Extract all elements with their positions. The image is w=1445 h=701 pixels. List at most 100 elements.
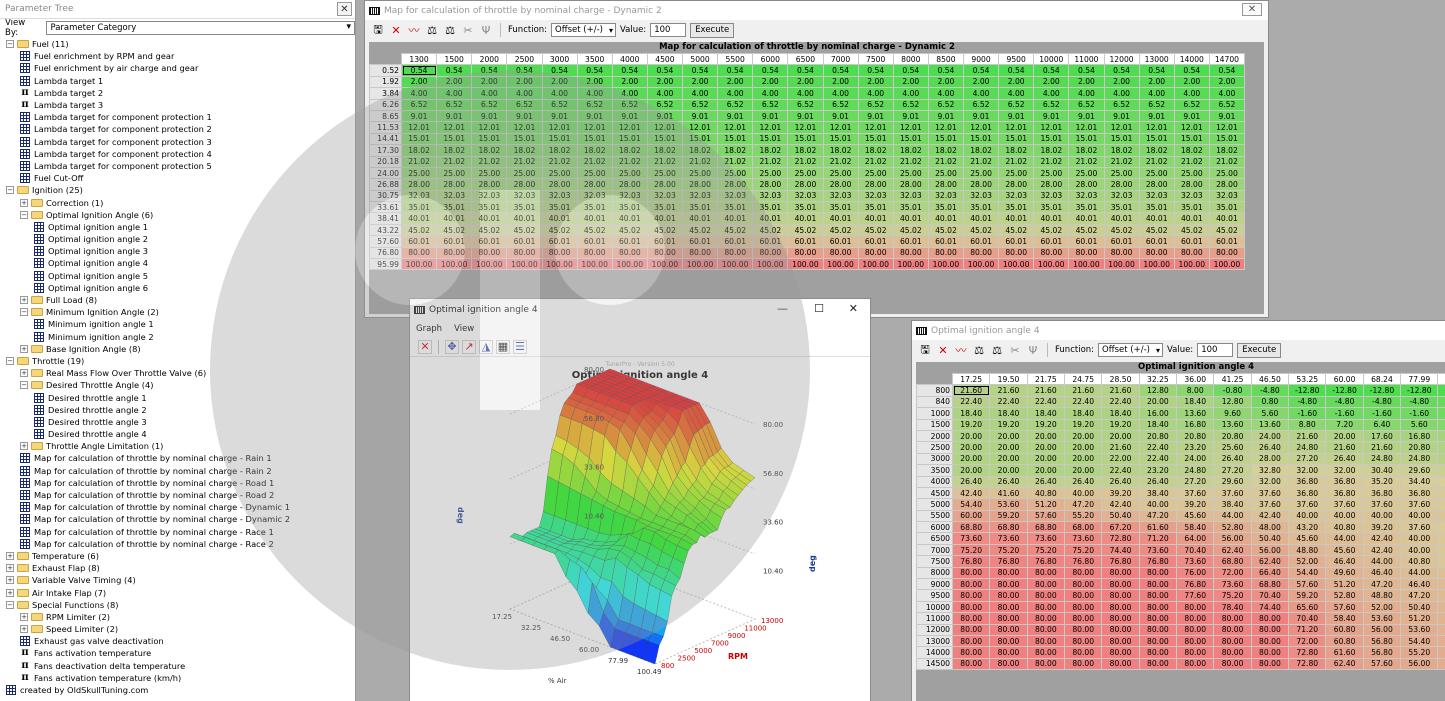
table-cell[interactable]: 15.01 <box>541 132 578 146</box>
table-cell[interactable]: -1.60 <box>1437 407 1445 420</box>
table-cell[interactable]: 57.60 <box>1026 509 1066 523</box>
table-cell[interactable]: 45.02 <box>752 223 789 237</box>
table-cell[interactable]: 20.00 <box>1325 429 1364 443</box>
table-cell[interactable]: 68.80 <box>1213 555 1252 568</box>
column-header[interactable]: 5500 <box>717 52 754 66</box>
table-cell[interactable]: 12.01 <box>857 121 894 134</box>
table-cell[interactable]: 25.00 <box>822 166 859 180</box>
table-cell[interactable]: 80.00 <box>1138 657 1178 671</box>
table-cell[interactable]: 23.20 <box>1138 464 1178 477</box>
table-cell[interactable]: 32.80 <box>1250 464 1290 477</box>
table-cell[interactable]: 72.80 <box>1101 532 1140 545</box>
table-cell[interactable]: 12.01 <box>1068 121 1105 134</box>
table-cell[interactable]: 35.01 <box>681 201 719 214</box>
table-cell[interactable]: 36.80 <box>1325 475 1364 488</box>
table-cell[interactable]: 0.54 <box>646 64 684 77</box>
table-cell[interactable]: 6.52 <box>400 98 438 111</box>
table-cell[interactable]: 35.01 <box>892 201 929 214</box>
table-cell[interactable]: 40.01 <box>506 212 543 225</box>
table-cell[interactable]: 9.01 <box>1068 109 1105 123</box>
table-cell[interactable]: 18.40 <box>951 407 991 420</box>
tree-item[interactable]: + Real Mass Flow Over Throttle Valve (6) <box>6 367 290 379</box>
table-cell[interactable]: 12.01 <box>611 121 648 134</box>
table-cell[interactable]: 80.00 <box>989 578 1028 591</box>
table-cell[interactable]: 9.01 <box>927 109 965 123</box>
table-cell[interactable]: 21.02 <box>787 155 824 168</box>
table-cell[interactable]: 18.02 <box>1173 144 1210 157</box>
minimize-icon[interactable]: — <box>777 302 788 315</box>
table-cell[interactable]: 21.02 <box>857 155 894 168</box>
table-cell[interactable]: 21.02 <box>646 155 684 168</box>
table-cell[interactable]: 21.60 <box>1362 441 1402 454</box>
table-cell[interactable]: 15.01 <box>927 132 965 146</box>
table-cell[interactable]: 40.01 <box>892 212 929 225</box>
table-cell[interactable]: 73.60 <box>1064 532 1103 545</box>
table-cell[interactable]: 18.02 <box>400 144 438 157</box>
table-cell[interactable]: 80.00 <box>1213 634 1252 648</box>
table-cell[interactable]: 22.40 <box>1101 464 1140 477</box>
table-cell[interactable]: 35.01 <box>1138 201 1175 214</box>
table-cell[interactable]: 15.01 <box>717 132 754 146</box>
table-cell[interactable]: 60.01 <box>822 235 859 248</box>
collapse-icon[interactable]: − <box>6 356 14 365</box>
table-cell[interactable]: 80.00 <box>1064 578 1103 591</box>
row-header[interactable]: 14000 <box>916 646 953 659</box>
table-cell[interactable]: 4.00 <box>646 87 684 100</box>
table-cell[interactable]: 19.20 <box>951 418 991 431</box>
table-cell[interactable]: 45.60 <box>1325 543 1364 557</box>
table-cell[interactable]: 21.02 <box>436 155 473 168</box>
table-cell[interactable]: 80.00 <box>951 566 991 580</box>
table-cell[interactable]: 22.40 <box>1064 395 1103 409</box>
table-cell[interactable]: 6.52 <box>1068 98 1105 111</box>
table-cell[interactable]: 2.00 <box>962 75 1000 89</box>
table-cell[interactable]: 9.01 <box>541 109 578 123</box>
table-cell[interactable]: 28.00 <box>1173 178 1210 191</box>
table-cell[interactable]: 29.60 <box>1400 464 1439 477</box>
tree-item[interactable]: Map for calculation of throttle by nomin… <box>6 538 290 550</box>
table-cell[interactable]: 50.40 <box>1250 532 1290 545</box>
table-cell[interactable]: 19.20 <box>1101 418 1140 431</box>
execute-button[interactable]: Execute <box>1237 342 1282 358</box>
tree-item[interactable]: Map for calculation of throttle by nomin… <box>6 452 290 464</box>
tree-item[interactable]: Map for calculation of throttle by nomin… <box>6 513 290 525</box>
table-cell[interactable]: 100.00 <box>962 258 1000 271</box>
table-cell[interactable]: 40.01 <box>1103 212 1140 225</box>
row-header[interactable]: 17.30 <box>369 144 402 157</box>
table-cell[interactable]: 45.02 <box>1173 223 1210 237</box>
table-cell[interactable]: 22.40 <box>1101 395 1140 409</box>
table-cell[interactable]: 4.00 <box>752 87 789 100</box>
table-cell[interactable]: 4.00 <box>1068 87 1105 100</box>
value-input[interactable]: 100 <box>1197 343 1234 357</box>
table-cell[interactable]: 18.02 <box>506 144 543 157</box>
table-cell[interactable]: 9.01 <box>506 109 543 123</box>
table-cell[interactable]: 100.00 <box>717 258 754 271</box>
table-cell[interactable]: 32.03 <box>1068 189 1105 203</box>
column-header[interactable]: 53.25 <box>1288 372 1327 386</box>
table-cell[interactable]: 40.01 <box>611 212 648 225</box>
column-header[interactable]: 36.00 <box>1176 372 1215 386</box>
table-cell[interactable]: 28.00 <box>998 178 1035 191</box>
row-header[interactable]: 9000 <box>916 578 953 591</box>
tree-item[interactable]: Lambda target 1 <box>6 75 290 87</box>
table-cell[interactable]: 28.00 <box>506 178 543 191</box>
column-header[interactable]: 7500 <box>857 52 894 66</box>
table-cell[interactable]: 35.01 <box>611 201 648 214</box>
table-cell[interactable]: 20.00 <box>1437 441 1445 454</box>
table-cell[interactable]: 100.00 <box>1173 258 1210 271</box>
table-cell[interactable]: 52.80 <box>1213 521 1252 534</box>
table-cell[interactable]: 58.40 <box>1176 521 1215 534</box>
table-cell[interactable]: 51.20 <box>1325 578 1364 591</box>
scale-icon[interactable]: ⚖ <box>990 343 1004 357</box>
table-cell[interactable]: 39.20 <box>1437 509 1445 523</box>
table-cell[interactable]: 80.00 <box>1173 246 1210 260</box>
table-cell[interactable]: 80.00 <box>951 600 991 614</box>
table-cell[interactable]: 40.01 <box>752 212 789 225</box>
table-cell[interactable]: 54.40 <box>1437 657 1445 671</box>
table-cell[interactable]: 80.00 <box>1250 657 1290 671</box>
table-cell[interactable]: 9.01 <box>998 109 1035 123</box>
tree-item[interactable]: Desired throttle angle 2 <box>6 404 290 416</box>
column-header[interactable]: 24.75 <box>1064 372 1103 386</box>
table-cell[interactable]: 42.40 <box>1101 498 1140 511</box>
table-cell[interactable]: 6.52 <box>1173 98 1210 111</box>
table-cell[interactable]: 100.00 <box>471 258 508 271</box>
